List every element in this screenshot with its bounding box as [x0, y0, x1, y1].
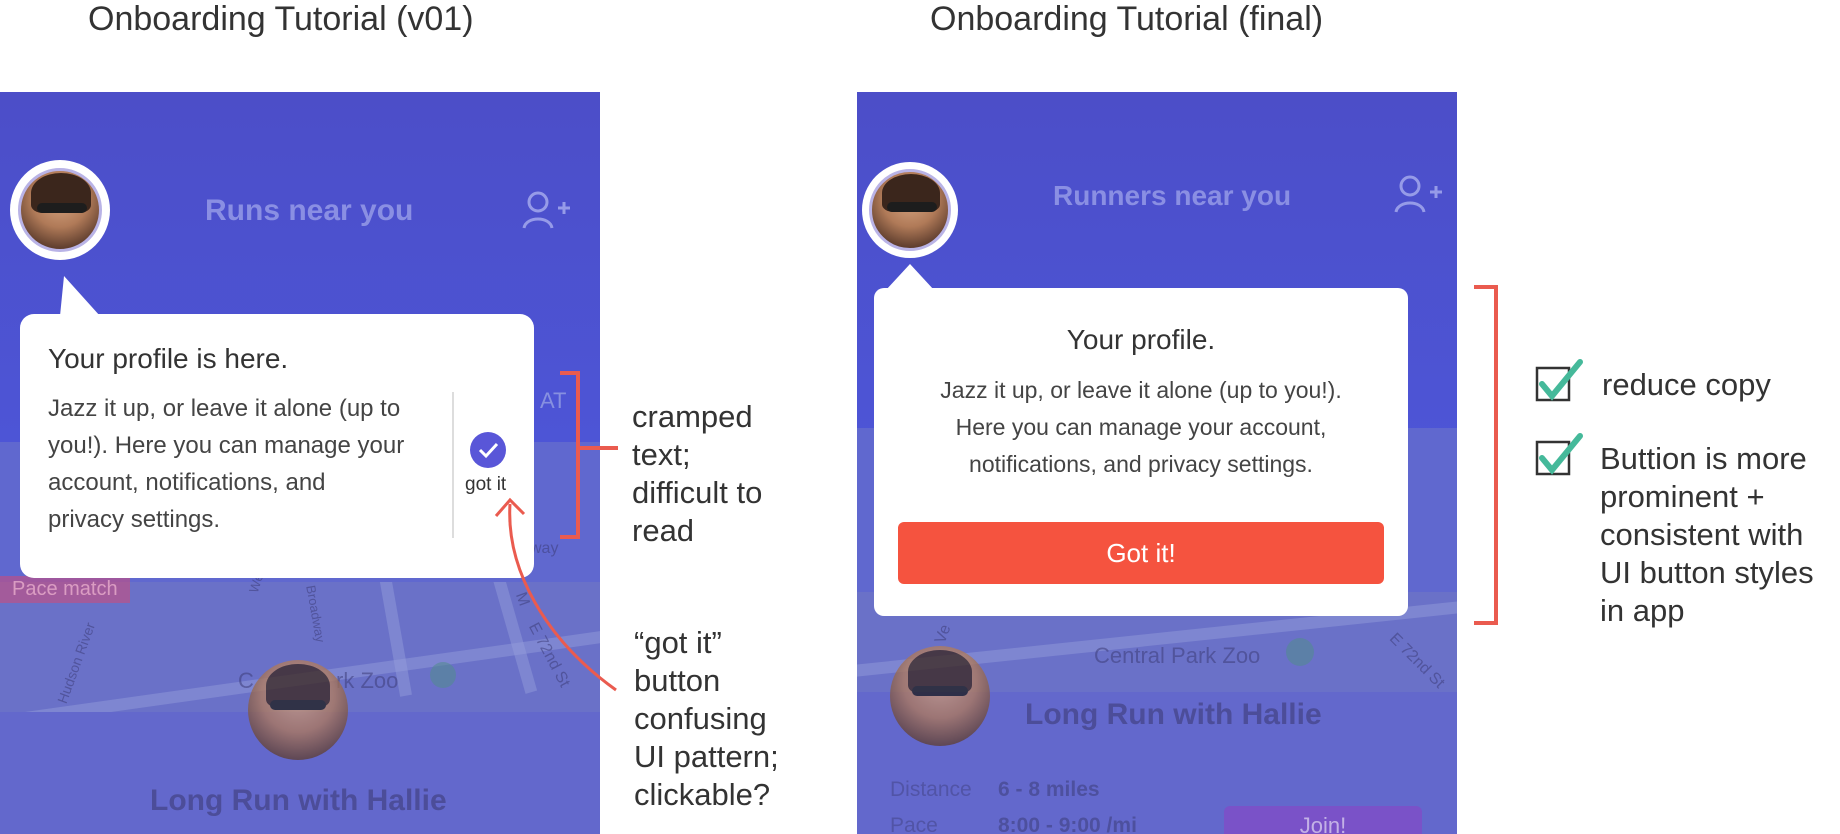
annotation-gotit-button: “got it” button confusing UI pattern; cl…	[634, 625, 779, 812]
pace-match-badge: Pace match	[0, 576, 130, 603]
detail-label-distance: Distance	[890, 778, 972, 801]
map-zoo-label: rk Zoo	[336, 668, 399, 693]
left-run-title: Long Run with Hallie	[150, 784, 447, 817]
checkbox-checked-icon	[1535, 433, 1583, 476]
detail-value-distance: 6 - 8 miles	[998, 778, 1100, 801]
annotation-button-prominent: Buttion is more prominent + consistent w…	[1600, 441, 1814, 628]
gotit-button[interactable]: Got it!	[898, 522, 1384, 584]
arrow-to-gotit	[494, 497, 617, 692]
avatar[interactable]	[869, 169, 951, 251]
add-user-icon[interactable]	[1394, 174, 1444, 214]
left-heading: Onboarding Tutorial (v01)	[88, 0, 474, 38]
add-user-icon[interactable]	[522, 190, 572, 230]
right-tooltip-title: Your profile.	[1066, 324, 1216, 355]
left-nav-title: Runs near you	[205, 194, 414, 227]
right-run-title: Long Run with Hallie	[1025, 698, 1322, 731]
right-tooltip-notch	[886, 264, 934, 290]
left-tooltip-notch	[60, 276, 100, 316]
annotation-reduce-copy: reduce copy	[1602, 367, 1771, 402]
zoo-icon	[430, 662, 456, 688]
left-tooltip-body: Jazz it up, or leave it alone (up to you…	[48, 395, 405, 533]
right-bracket	[1474, 285, 1498, 625]
right-nav-title: Runners near you	[1053, 180, 1292, 211]
detail-label-pace: Pace	[890, 814, 938, 834]
checkbox-checked-icon	[1535, 359, 1583, 402]
right-heading: Onboarding Tutorial (final)	[930, 0, 1324, 38]
right-tooltip-body: Jazz it up, or leave it alone (up to you…	[940, 377, 1342, 477]
detail-value-pace: 8:00 - 9:00 /mi	[998, 814, 1137, 834]
map-zoo-label: Central Park Zoo	[1094, 643, 1261, 668]
left-tooltip-title: Your profile is here.	[48, 343, 289, 374]
avatar[interactable]	[18, 168, 102, 252]
gotit-check-icon[interactable]	[470, 432, 506, 468]
runner-avatar	[890, 646, 990, 746]
join-button[interactable]: Join!	[1224, 806, 1422, 834]
zoo-icon	[1286, 638, 1314, 666]
annotation-cramped-text: cramped text; difficult to read	[632, 399, 763, 548]
runner-avatar	[248, 660, 348, 760]
left-tooltip-divider	[452, 392, 454, 538]
